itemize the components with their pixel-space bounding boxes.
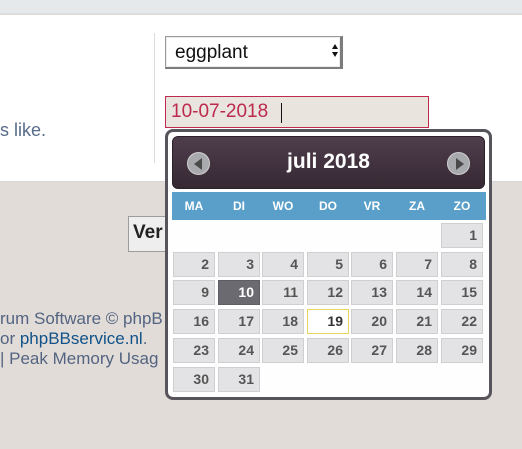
day-cell-today[interactable]: 19 bbox=[307, 309, 349, 334]
day-cell-selected[interactable]: 10 bbox=[218, 280, 260, 305]
weekday-label: WO bbox=[272, 199, 294, 213]
day-cell[interactable]: 7 bbox=[396, 252, 438, 277]
day-cell[interactable]: 17 bbox=[218, 309, 260, 334]
footer-copyright: rum Software © phpB bbox=[0, 309, 163, 328]
select-arrows-icon bbox=[332, 44, 338, 58]
weekday-label: VR bbox=[363, 199, 381, 213]
field-label-fragment: s like. bbox=[0, 120, 47, 140]
footer-credits-prefix: or bbox=[0, 329, 20, 348]
datepicker-header: juli 2018 bbox=[172, 136, 485, 189]
day-cell[interactable]: 24 bbox=[218, 338, 260, 363]
fruit-select[interactable]: eggplant bbox=[165, 36, 343, 69]
day-cell[interactable]: 5 bbox=[307, 252, 349, 277]
weekday-label: DI bbox=[233, 199, 245, 213]
footer-memory-usage: | Peak Memory Usag bbox=[0, 349, 159, 368]
day-cell[interactable]: 15 bbox=[441, 280, 483, 305]
day-cell[interactable]: 16 bbox=[173, 309, 215, 334]
weekday-header-row: MA DI WO DO VR ZA ZO bbox=[172, 192, 486, 220]
weekday-label: MA bbox=[184, 199, 204, 213]
fruit-select-value: eggplant bbox=[175, 42, 248, 63]
day-cell[interactable]: 6 bbox=[351, 252, 393, 277]
day-cell[interactable]: 4 bbox=[262, 252, 304, 277]
day-cell[interactable]: 23 bbox=[173, 338, 215, 363]
day-cell[interactable]: 2 bbox=[173, 252, 215, 277]
day-cell[interactable]: 22 bbox=[441, 309, 483, 334]
day-cell[interactable]: 26 bbox=[307, 338, 349, 363]
day-cell[interactable]: 8 bbox=[441, 252, 483, 277]
weekday-label: ZA bbox=[409, 199, 425, 213]
date-input-value: 10-07-2018 bbox=[171, 101, 269, 122]
day-cell[interactable]: 21 bbox=[396, 309, 438, 334]
weekday-label: DO bbox=[319, 199, 337, 213]
day-cell[interactable]: 27 bbox=[351, 338, 393, 363]
next-month-icon[interactable] bbox=[447, 152, 470, 175]
day-cell[interactable]: 28 bbox=[396, 338, 438, 363]
top-bar bbox=[0, 0, 522, 14]
day-cell[interactable]: 25 bbox=[262, 338, 304, 363]
day-cell[interactable]: 14 bbox=[396, 280, 438, 305]
day-cell[interactable]: 30 bbox=[173, 367, 215, 392]
day-cell[interactable]: 31 bbox=[218, 367, 260, 392]
day-cell[interactable]: 1 bbox=[441, 223, 483, 248]
footer-credits: or phpBBservice.nl. bbox=[0, 329, 147, 349]
day-cell[interactable]: 9 bbox=[173, 280, 215, 305]
day-cell[interactable]: 3 bbox=[218, 252, 260, 277]
phpbbservice-link[interactable]: phpBBservice.nl bbox=[20, 329, 143, 348]
day-cell[interactable]: 29 bbox=[441, 338, 483, 363]
footer-credits-suffix: . bbox=[142, 329, 148, 348]
weekday-label: ZO bbox=[453, 199, 471, 213]
date-input[interactable]: 10-07-2018 bbox=[165, 96, 429, 128]
datepicker: juli 2018 MA DI WO DO VR ZA ZO 1 2 3 4 5 6 7 8 9 10 11 12… bbox=[165, 129, 492, 400]
form-divider bbox=[154, 33, 155, 163]
datepicker-month-title: juli 2018 bbox=[287, 150, 370, 173]
day-cell[interactable]: 11 bbox=[262, 280, 304, 305]
day-cell[interactable]: 13 bbox=[351, 280, 393, 305]
day-cell[interactable]: 18 bbox=[262, 309, 304, 334]
text-cursor bbox=[281, 103, 282, 123]
day-cell[interactable]: 12 bbox=[307, 280, 349, 305]
day-cell[interactable]: 20 bbox=[351, 309, 393, 334]
